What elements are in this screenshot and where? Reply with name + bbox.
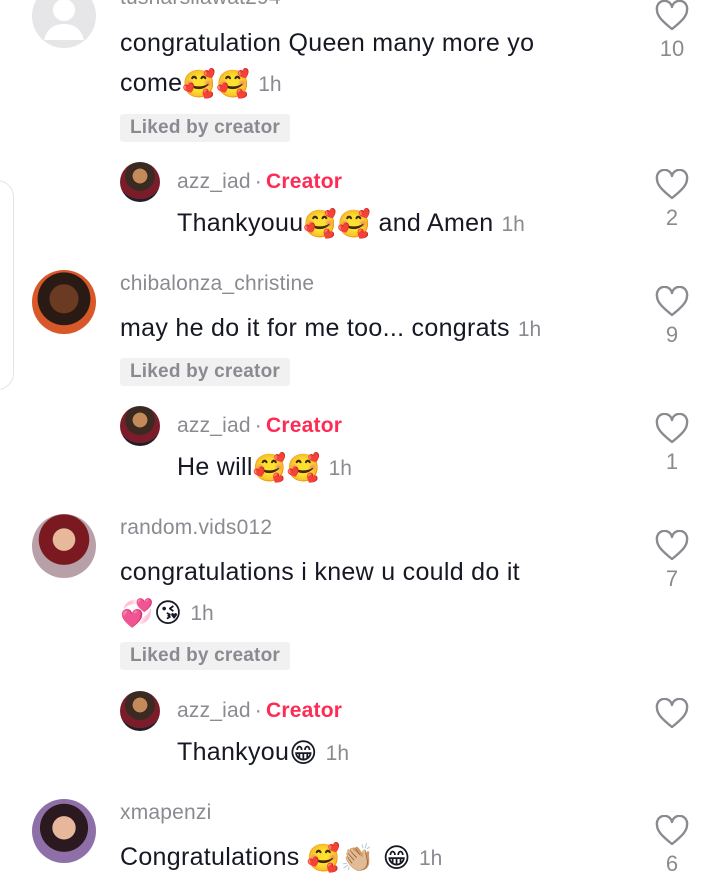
reply-text-part: Thankyou [177,738,290,766]
creator-tag: Creator [266,170,343,193]
reply-text: Thankyouu🥰🥰 and Amen 1h [177,203,525,245]
comment-time: 1h [517,318,542,341]
comment-time: 1h [418,847,443,870]
liked-by-creator-badge: Liked by creator [120,642,290,670]
avatar[interactable] [32,270,96,334]
comment-time: 1h [190,602,214,625]
reply-username[interactable]: azz_iad [177,170,251,193]
avatar[interactable] [32,0,96,48]
like-count: 6 [665,851,679,876]
emoji: 💞😘 [120,598,183,628]
reply-username-row: azz_iad · Creator [177,414,342,438]
like-button[interactable]: 6 [652,815,692,877]
separator-dot: · [254,699,262,722]
comment-time: 1h [325,742,350,765]
like-count: 7 [665,566,679,591]
comment-text-line: come [120,69,183,97]
comment-text-line: may he do it for me too... congrats [120,314,510,342]
like-button[interactable]: 1 [652,413,692,475]
reply-username-row: azz_iad · Creator [177,170,342,194]
avatar[interactable] [120,691,160,731]
comment-text-line: congratulations i knew u could do it [120,558,520,586]
separator-dot: · [254,170,262,193]
emoji: 🥰🥰 [182,69,251,99]
avatar[interactable] [120,162,160,202]
reply-text-part: Thankyouu [177,209,304,237]
like-count: 10 [659,36,685,61]
like-button[interactable] [652,698,692,734]
comment-text-line: congratulation Queen many more yo [120,29,535,57]
comment-text: may he do it for me too... congrats 1h [120,308,541,350]
emoji: 😁 [289,738,318,768]
reply-text-part: and Amen [378,209,494,237]
like-button[interactable]: 10 [652,0,692,62]
comment-username[interactable]: tusharsilawat294 [120,0,281,10]
reply-text: Thankyou😁 1h [177,732,349,774]
comment-time: 1h [328,457,352,480]
like-count: 1 [665,449,679,474]
comment-time: 1h [258,73,282,96]
heart-icon [655,530,689,561]
avatar[interactable] [32,514,96,578]
reply-text-part: He will [177,453,253,481]
creator-tag: Creator [266,414,343,437]
separator-dot: · [254,414,262,437]
comment-username[interactable]: random.vids012 [120,516,272,540]
emoji: 🥰🥰 [303,209,372,239]
comment-username[interactable]: chibalonza_christine [120,272,314,296]
liked-by-creator-badge: Liked by creator [120,358,290,386]
heart-icon [655,0,689,31]
comment-text: congratulations i knew u could do it 💞😘 1… [120,552,520,634]
like-count: 9 [665,322,679,347]
liked-by-creator-badge: Liked by creator [120,114,290,142]
heart-icon [655,698,689,729]
default-avatar-icon [44,0,84,40]
comment-text: congratulation Queen many more yo come🥰🥰… [120,23,534,105]
emoji: 🥰🥰 [252,453,321,483]
reply-username-row: azz_iad · Creator [177,699,342,723]
comment-text: Congratulations 🥰👏🏼 😁 1h [120,837,442,879]
avatar[interactable] [32,799,96,863]
heart-icon [655,169,689,200]
reply-username[interactable]: azz_iad [177,414,251,437]
panel-edge [0,180,14,390]
like-count: 2 [665,205,679,230]
like-button[interactable]: 2 [652,169,692,231]
emoji: 🥰👏🏼 😁 [306,843,411,873]
heart-icon [655,286,689,317]
like-button[interactable]: 9 [652,286,692,348]
reply-text: He will🥰🥰 1h [177,447,352,489]
like-button[interactable]: 7 [652,530,692,592]
heart-icon [655,413,689,444]
comment-text-line: Congratulations [120,843,300,871]
avatar[interactable] [120,406,160,446]
comment-username[interactable]: xmapenzi [120,801,211,825]
heart-icon [655,815,689,846]
creator-tag: Creator [266,699,343,722]
comment-time: 1h [501,213,525,236]
reply-username[interactable]: azz_iad [177,699,251,722]
